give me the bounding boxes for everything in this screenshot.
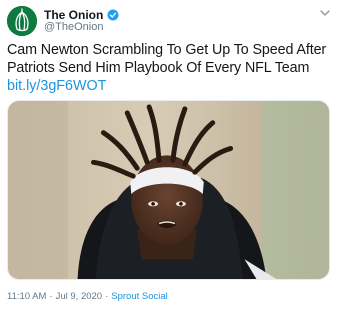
tweet-text: Cam Newton Scrambling To Get Up To Speed… xyxy=(7,42,327,76)
football-player-photo xyxy=(8,101,329,279)
tweet-photo[interactable] xyxy=(7,100,330,280)
chevron-down-icon[interactable] xyxy=(319,8,331,18)
verified-badge-icon xyxy=(107,9,119,21)
tweet-date[interactable]: Jul 9, 2020 xyxy=(56,291,102,302)
meta-separator: · xyxy=(49,291,53,302)
name-row: The Onion xyxy=(44,7,119,22)
avatar[interactable] xyxy=(7,6,37,36)
tweet-source[interactable]: Sprout Social xyxy=(111,291,168,302)
user-handle[interactable]: @TheOnion xyxy=(44,21,103,33)
tweet-card: The Onion @TheOnion Cam Newton Scramblin… xyxy=(0,0,340,312)
tweet-meta: 11:10 AM · Jul 9, 2020 · Sprout Social xyxy=(7,291,168,302)
tweet-time[interactable]: 11:10 AM xyxy=(7,291,46,302)
tweet-link[interactable]: bit.ly/3gF6WOT xyxy=(7,77,106,95)
meta-separator-2: · xyxy=(105,291,109,302)
onion-logo-icon xyxy=(7,6,37,36)
display-name[interactable]: The Onion xyxy=(44,8,103,22)
